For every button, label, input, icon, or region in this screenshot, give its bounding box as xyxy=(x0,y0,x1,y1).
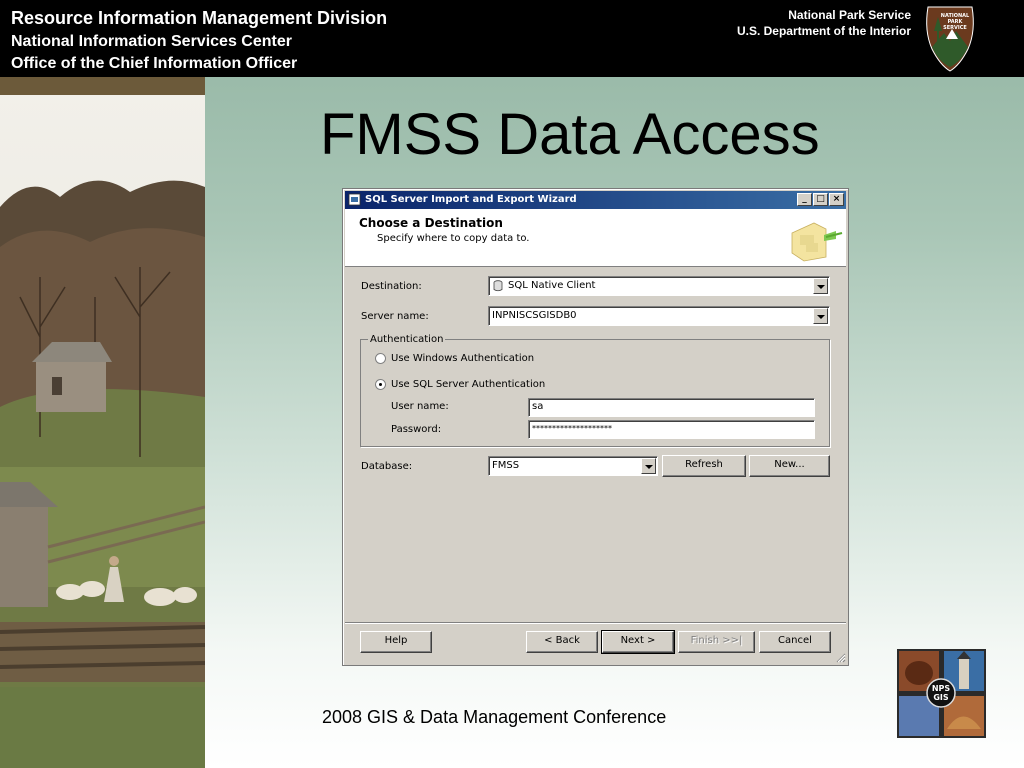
header-band: Resource Information Management Division… xyxy=(0,0,1024,77)
agency-name: National Park Service xyxy=(788,8,911,22)
database-label: Database: xyxy=(361,461,413,472)
refresh-button[interactable]: Refresh xyxy=(662,455,746,477)
dialog-title: SQL Server Import and Export Wizard xyxy=(365,194,577,205)
destination-wizard-icon xyxy=(791,222,843,262)
chevron-down-icon[interactable] xyxy=(813,278,828,294)
office-name: Office of the Chief Information Officer xyxy=(11,55,298,72)
conference-footer: 2008 GIS & Data Management Conference xyxy=(322,707,667,727)
chevron-down-icon[interactable] xyxy=(641,458,656,474)
username-value: sa xyxy=(532,401,544,412)
svg-text:SERVICE: SERVICE xyxy=(943,25,967,31)
close-button[interactable]: × xyxy=(829,193,844,206)
footer-divider xyxy=(345,622,846,624)
back-button[interactable]: < Back xyxy=(526,631,598,653)
org-name: Resource Information Management Division xyxy=(11,8,388,28)
destination-value: SQL Native Client xyxy=(508,280,596,291)
username-input[interactable]: sa xyxy=(528,398,815,417)
sql-auth-radio[interactable] xyxy=(375,379,386,390)
destination-select[interactable]: SQL Native Client xyxy=(488,276,830,296)
chevron-down-icon[interactable] xyxy=(813,308,828,324)
next-button[interactable]: Next > xyxy=(601,630,675,654)
nps-arrowhead-logo: NATIONAL PARK SERVICE xyxy=(926,6,974,72)
page-subtitle: Specify where to copy data to. xyxy=(377,233,530,244)
resize-grip-icon[interactable] xyxy=(834,651,846,663)
nps-gis-logo: NPS GIS xyxy=(897,649,986,738)
minimize-button[interactable]: _ xyxy=(797,193,812,206)
maximize-button[interactable]: □ xyxy=(813,193,828,206)
cancel-button[interactable]: Cancel xyxy=(759,631,831,653)
page-title: Choose a Destination xyxy=(359,216,503,230)
windows-auth-radio[interactable] xyxy=(375,353,386,364)
database-icon xyxy=(493,280,503,292)
dialog-titlebar[interactable]: SQL Server Import and Export Wizard _ □ … xyxy=(345,191,846,209)
windows-auth-label[interactable]: Use Windows Authentication xyxy=(391,353,534,364)
authentication-caption: Authentication xyxy=(368,334,446,345)
database-select[interactable]: FMSS xyxy=(488,456,658,476)
database-value: FMSS xyxy=(492,460,520,471)
import-export-wizard-dialog: SQL Server Import and Export Wizard _ □ … xyxy=(342,188,849,666)
sql-server-icon xyxy=(348,193,361,206)
server-name-select[interactable]: INPNISCSGISDB0 xyxy=(488,306,830,326)
slide-title: FMSS Data Access xyxy=(320,102,820,167)
new-database-button[interactable]: New... xyxy=(749,455,830,477)
password-label: Password: xyxy=(391,424,442,435)
center-name: National Information Services Center xyxy=(11,33,292,50)
farm-photo xyxy=(0,77,205,768)
username-label: User name: xyxy=(391,401,449,412)
password-value: ******************** xyxy=(532,424,612,433)
wizard-banner: Choose a Destination Specify where to co… xyxy=(345,209,846,267)
server-name-value: INPNISCSGISDB0 xyxy=(492,310,577,321)
help-button[interactable]: Help xyxy=(360,631,432,653)
sql-auth-label[interactable]: Use SQL Server Authentication xyxy=(391,379,545,390)
password-input[interactable]: ******************** xyxy=(528,420,815,439)
server-name-label: Server name: xyxy=(361,311,429,322)
destination-label: Destination: xyxy=(361,281,422,292)
svg-text:GIS: GIS xyxy=(933,693,949,702)
finish-button[interactable]: Finish >>| xyxy=(678,631,755,653)
department-name: U.S. Department of the Interior xyxy=(736,24,911,38)
svg-text:NPS: NPS xyxy=(932,684,951,693)
